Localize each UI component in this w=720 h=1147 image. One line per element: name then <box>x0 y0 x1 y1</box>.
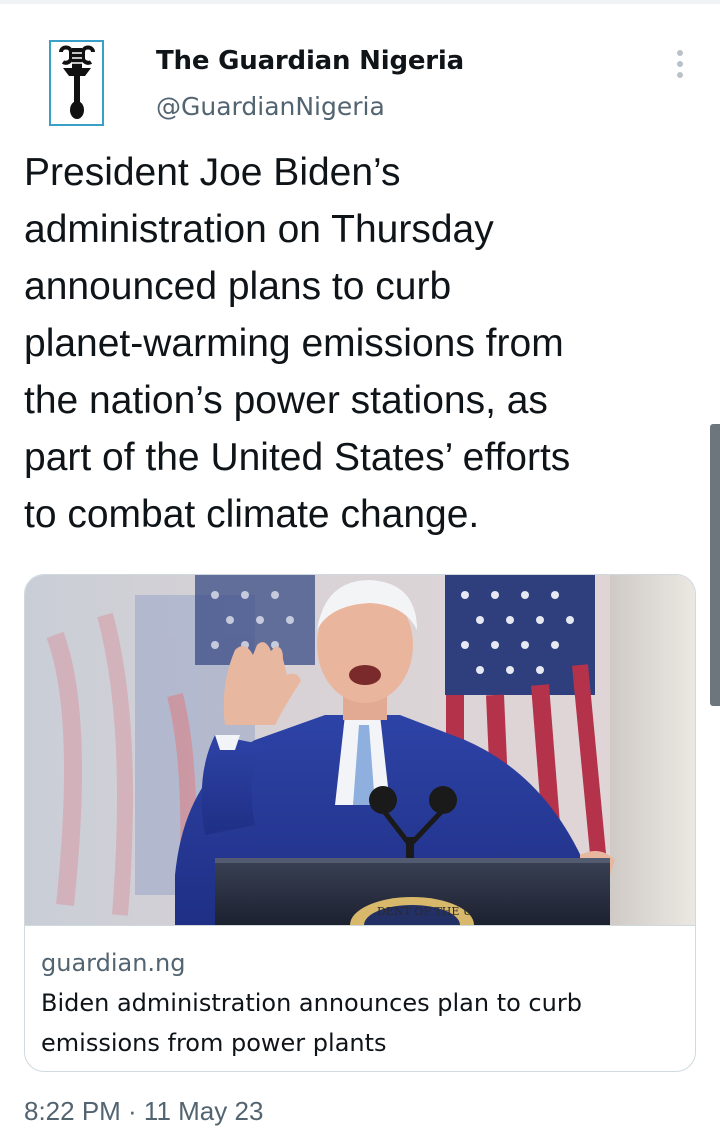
podium-seal-text: DENT OF THE U <box>377 905 472 918</box>
tweet[interactable]: The Guardian Nigeria @GuardianNigeria Pr… <box>0 4 720 1147</box>
dot <box>677 50 683 56</box>
tweet-timestamp[interactable]: 8:22 PM · 11 May 23 <box>24 1096 263 1127</box>
dot <box>677 72 683 78</box>
dot <box>677 61 683 67</box>
tweet-text: President Joe Biden’s administration on … <box>24 151 571 536</box>
author-display-name[interactable]: The Guardian Nigeria <box>156 46 464 76</box>
card-domain: guardian.ng <box>41 949 186 977</box>
author-handle[interactable]: @GuardianNigeria <box>156 92 385 121</box>
author-avatar[interactable] <box>49 40 104 126</box>
scrollbar-thumb[interactable] <box>710 424 720 706</box>
more-options-icon[interactable] <box>668 44 692 84</box>
link-preview-card[interactable]: DENT OF THE U guardian.ng Biden administ… <box>24 574 696 1072</box>
guardian-nigeria-logo-icon <box>58 45 95 119</box>
card-divider <box>25 925 695 926</box>
card-title: Biden administration announces plan to c… <box>41 989 582 1057</box>
card-image: DENT OF THE U <box>25 575 695 925</box>
